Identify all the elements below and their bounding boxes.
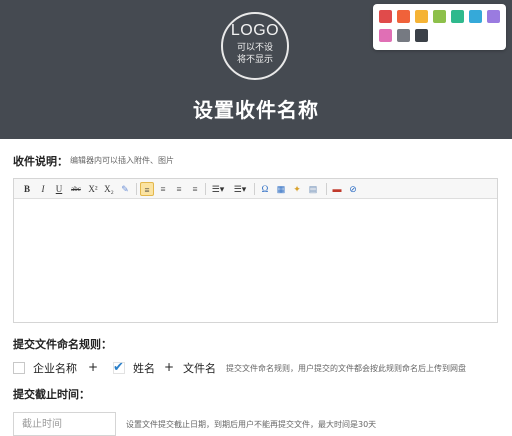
color-swatch-orange-red[interactable] [397, 10, 410, 23]
toolbar-divider [136, 183, 137, 195]
color-swatch-blue[interactable] [469, 10, 482, 23]
color-swatch-red[interactable] [379, 10, 392, 23]
table-icon[interactable]: ▦ [274, 182, 288, 196]
company-name-label: 企业名称 [33, 362, 77, 375]
logo-hint-line2: 将不显示 [236, 55, 273, 65]
description-hint: 编辑器内可以插入附件、图片 [70, 156, 174, 165]
strikethrough-icon[interactable]: abc [68, 182, 84, 196]
underline-icon[interactable]: U [52, 182, 66, 196]
align-right-icon[interactable]: ≡ [172, 182, 186, 196]
logo-hint-line1: 可以不设 [236, 43, 273, 53]
color-swatch-pink[interactable] [379, 29, 392, 42]
header-banner: LOGO 可以不设 将不显示 设置收件名称 [0, 0, 512, 139]
plus-sign: + [164, 360, 175, 374]
color-swatch-orange[interactable] [415, 10, 428, 23]
omega-icon[interactable]: Ω [258, 182, 272, 196]
deadline-input[interactable] [13, 412, 116, 436]
color-swatch-dark[interactable] [415, 29, 428, 42]
color-swatch-purple[interactable] [487, 10, 500, 23]
theme-color-palette [373, 4, 506, 50]
color-swatch-gray[interactable] [397, 29, 410, 42]
align-left-icon[interactable]: ≡ [140, 182, 154, 196]
editor-content-area[interactable] [14, 200, 497, 322]
unordered-list-icon[interactable]: ☰▾ [230, 182, 250, 196]
description-label: 收件说明： [13, 155, 68, 168]
align-justify-icon[interactable]: ≡ [188, 182, 202, 196]
subscript-icon[interactable]: X₂ [102, 182, 116, 196]
logo-placeholder[interactable]: LOGO 可以不设 将不显示 [221, 12, 289, 80]
toolbar-divider [205, 183, 206, 195]
rich-text-editor: B I U abc X² X₂ ✎ ≡ ≡ ≡ ≡ ☰▾ ☰▾ Ω ▦ ✦ ▤ … [13, 178, 498, 323]
align-center-icon[interactable]: ≡ [156, 182, 170, 196]
name-label: 姓名 [133, 362, 155, 375]
deadline-hint: 设置文件提交截止日期，到期后用户不能再提交文件，最大时间是30天 [126, 420, 377, 429]
logo-text: LOGO [230, 22, 280, 39]
attachment-icon[interactable]: ⊘ [346, 182, 360, 196]
naming-rule-label: 提交文件命名规则： [13, 338, 112, 351]
checkmark-icon: ✔ [113, 360, 124, 375]
image-icon[interactable]: ▬ [330, 182, 344, 196]
bold-icon[interactable]: B [20, 182, 34, 196]
page-title: 设置收件名称 [193, 98, 319, 122]
italic-icon[interactable]: I [36, 182, 50, 196]
eraser-icon[interactable]: ✎ [118, 182, 132, 196]
toolbar-divider [254, 183, 255, 195]
superscript-icon[interactable]: X² [86, 182, 100, 196]
ordered-list-icon[interactable]: ☰▾ [208, 182, 228, 196]
deadline-label: 提交截止时间： [13, 388, 90, 401]
magic-icon[interactable]: ✦ [290, 182, 304, 196]
file-name-label: 文件名 [183, 362, 216, 375]
color-swatch-green[interactable] [433, 10, 446, 23]
toolbar-divider [326, 183, 327, 195]
preview-icon[interactable]: ▤ [306, 182, 320, 196]
editor-toolbar: B I U abc X² X₂ ✎ ≡ ≡ ≡ ≡ ☰▾ ☰▾ Ω ▦ ✦ ▤ … [14, 179, 497, 199]
plus-sign: + [88, 360, 99, 374]
color-swatch-teal[interactable] [451, 10, 464, 23]
company-name-checkbox[interactable] [13, 362, 25, 374]
naming-rule-hint: 提交文件命名规则，用户提交的文件都会按此规则命名后上传到网盘 [226, 364, 466, 373]
